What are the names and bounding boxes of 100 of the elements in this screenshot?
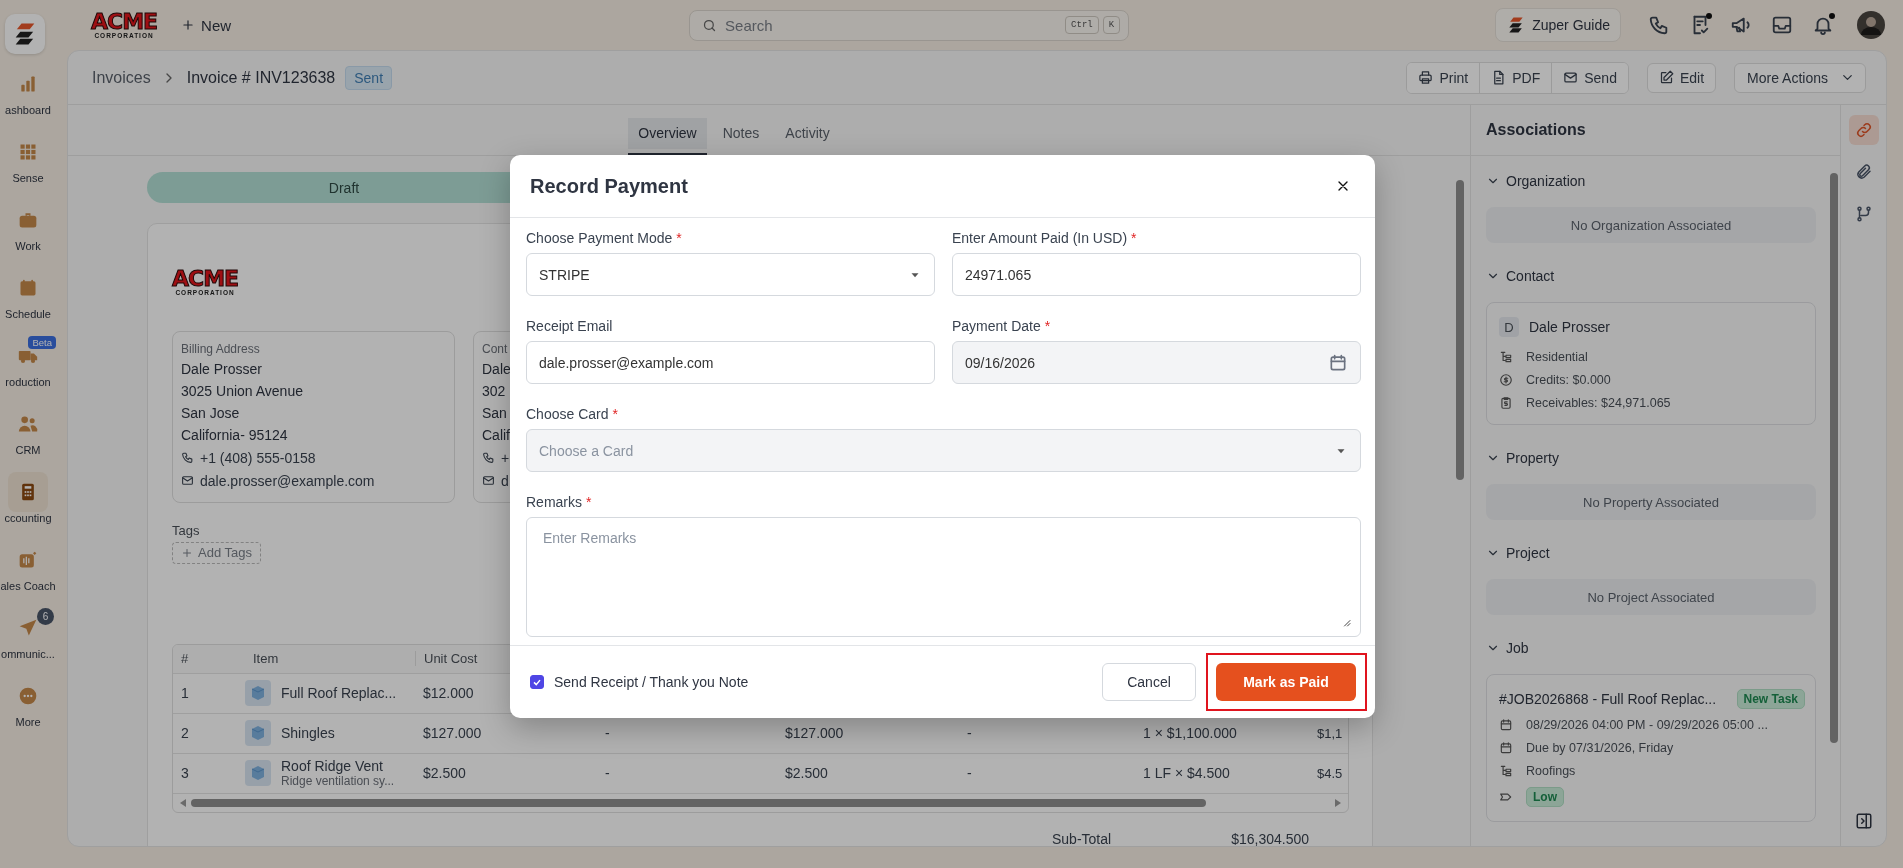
table-cell: - [967, 725, 972, 741]
mail-icon [1563, 70, 1579, 85]
table-cell: $2.500 [423, 765, 466, 781]
panel-title: Associations [1486, 121, 1586, 139]
address-line: Calif [482, 425, 510, 445]
app-logo[interactable] [5, 14, 45, 54]
avatar[interactable] [1857, 11, 1885, 39]
scrollbar[interactable] [1830, 173, 1838, 743]
address-line: San Jose [181, 403, 240, 423]
field-value: STRIPE [539, 266, 591, 283]
bar-chart-icon [18, 74, 38, 94]
job-detail: Roofings [1526, 764, 1576, 778]
tags-label: Tags [172, 522, 200, 538]
briefcase-icon [18, 210, 38, 230]
scrollbar[interactable] [191, 798, 1206, 807]
section-header[interactable]: Job [1486, 637, 1816, 659]
nav-item[interactable]: Work [0, 200, 56, 252]
breadcrumb-link[interactable]: Invoices [92, 68, 151, 87]
new-button[interactable]: New [175, 15, 238, 35]
address-line: California- 95124 [181, 425, 288, 445]
job-detail: 08/29/2026 04:00 PM - 09/29/2026 05:00 ... [1526, 718, 1768, 732]
table-cell: Full Roof Replac... [281, 685, 397, 701]
cube-icon [245, 760, 271, 786]
search-field[interactable]: Search Ctrl K [689, 9, 1130, 41]
scrollbar[interactable] [1456, 180, 1464, 480]
calendar-icon [18, 278, 38, 298]
field-label: Receipt Email [526, 318, 613, 334]
field-value: 09/16/2026 [965, 354, 1037, 371]
placeholder: Enter Remarks [543, 530, 638, 546]
calendar-icon [1499, 741, 1513, 755]
more-actions-button[interactable]: More Actions [1734, 62, 1866, 93]
branch-icon[interactable] [1854, 205, 1873, 223]
email-address: d [501, 471, 509, 491]
initial-avatar: D [1499, 317, 1519, 337]
job-title[interactable]: #JOB2026868 - Full Roof Replac... [1499, 691, 1717, 707]
field-label: Remarks [526, 494, 582, 510]
nav-item[interactable]: ales Coach [0, 540, 56, 592]
tab[interactable]: Activity [775, 112, 840, 155]
mark-as-paid-button[interactable]: Mark as Paid [1216, 663, 1356, 701]
nav-item[interactable]: Beta roduction [0, 336, 56, 388]
job-detail: Due by 07/31/2026, Friday [1526, 741, 1674, 755]
nav-item[interactable]: 6 ommunic... [0, 608, 56, 660]
field-label: Enter Amount Paid (In USD) [952, 230, 1128, 246]
edit-button[interactable]: Edit [1646, 62, 1717, 93]
table-cell: 3 [181, 765, 189, 781]
table-cell: $1,1 [1317, 725, 1343, 741]
beta-badge: Beta [28, 336, 56, 349]
scroll-left-icon[interactable] [179, 797, 187, 808]
page-title: Invoice # INV123638 [186, 68, 336, 87]
column-header: # [181, 651, 189, 666]
nav-item[interactable]: ashboard [0, 64, 56, 116]
dialog-title: Record Payment [530, 174, 688, 198]
nav-item[interactable]: Sense [0, 132, 56, 184]
action-button[interactable]: Send [1551, 62, 1628, 93]
section-header[interactable]: Project [1486, 542, 1816, 564]
table-cell: $4.5 [1317, 765, 1343, 781]
plus-icon [181, 18, 196, 32]
nav-item[interactable]: CRM [0, 404, 56, 456]
checkbox-label: Send Receipt / Thank you Note [554, 674, 749, 690]
address-title: Cont [482, 341, 508, 356]
phone-icon[interactable] [1648, 14, 1670, 36]
grid-icon [18, 142, 38, 162]
cancel-button[interactable]: Cancel [1102, 663, 1196, 701]
section-header[interactable]: Property [1486, 447, 1816, 469]
contact-name[interactable]: Dale Prosser [1529, 319, 1610, 335]
table-cell: 1 LF × $4.500 [1143, 765, 1230, 781]
checkbox[interactable] [530, 675, 544, 689]
contact-detail: Receivables: $24,971.065 [1526, 396, 1671, 410]
select-field[interactable]: STRIPE [526, 253, 935, 296]
column-header: Item [253, 651, 279, 666]
table-cell: 1 [181, 685, 189, 701]
empty-state: No Project Associated [1486, 579, 1816, 615]
phone-icon [482, 451, 495, 464]
input-field[interactable]: dale.prosser@example.com [526, 341, 935, 384]
calendar-icon [1499, 718, 1513, 732]
subtotal-value: $16,304.500 [1231, 830, 1309, 846]
nav-item[interactable]: Schedule [0, 268, 56, 320]
add-tags-button[interactable]: Add Tags [172, 541, 261, 564]
table-cell: Shingles [281, 725, 335, 741]
tab[interactable]: Notes [712, 112, 770, 155]
collapse-panel-icon[interactable] [1854, 812, 1873, 830]
scroll-right-icon[interactable] [1334, 797, 1342, 808]
email-address: dale.prosser@example.com [200, 471, 375, 491]
section-header[interactable]: Organization [1486, 170, 1816, 192]
paper-plane-icon [18, 618, 38, 638]
cube-icon [245, 720, 271, 746]
search-icon [702, 17, 718, 33]
address-line: 302 [482, 381, 506, 401]
link-icon[interactable] [1854, 121, 1873, 139]
item-description: Ridge ventilation sy... [281, 774, 395, 788]
empty-state: No Organization Associated [1486, 207, 1816, 243]
inbox-icon[interactable] [1771, 14, 1793, 36]
guide-button[interactable]: Zuper Guide [1495, 8, 1621, 42]
input-field[interactable]: 24971.065 [952, 253, 1361, 296]
nav-item[interactable]: More [0, 676, 56, 728]
table-cell: - [605, 725, 610, 741]
section-header[interactable]: Contact [1486, 265, 1816, 287]
shortcut-key: Ctrl [1065, 16, 1099, 34]
paperclip-icon[interactable] [1854, 163, 1873, 181]
count-badge: 6 [37, 608, 54, 625]
